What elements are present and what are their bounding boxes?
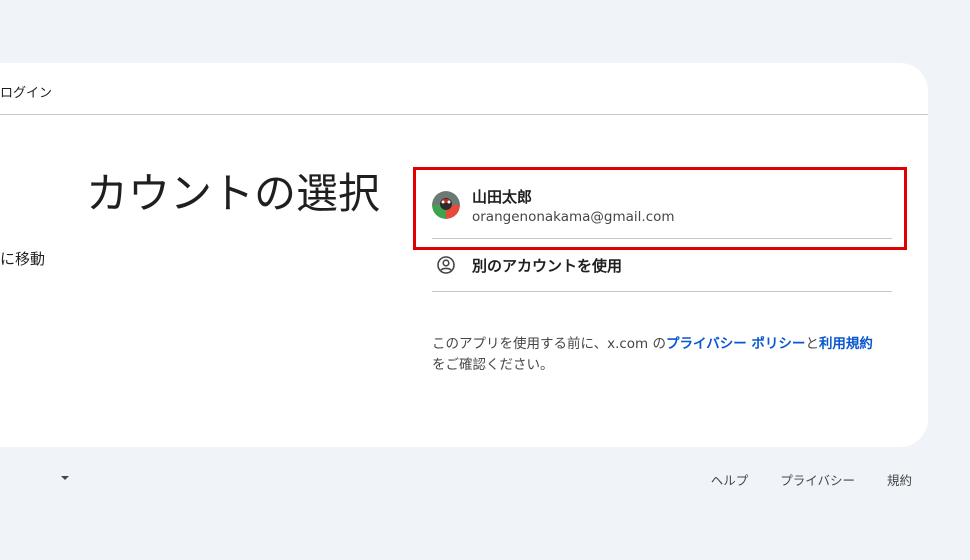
footer-links: ヘルプ プライバシー 規約: [695, 470, 912, 489]
disclaimer-middle: と: [805, 336, 819, 352]
language-dropdown-caret-icon[interactable]: [61, 476, 69, 480]
page-title: カウントの選択: [85, 169, 380, 218]
page: ログイン カウントの選択 に移動 山田太郎 orangenonakama@gma…: [0, 0, 970, 560]
disclaimer-text: このアプリを使用する前に、x.com のプライバシー ポリシーと利用規約をご確認…: [432, 334, 902, 376]
header-title: ログイン: [0, 86, 53, 101]
account-circle-icon: [436, 255, 456, 275]
account-list: 山田太郎 orangenonakama@gmail.com 別のアカウントを使用: [432, 172, 892, 292]
terms-link[interactable]: 利用規約: [819, 336, 873, 352]
use-another-account-button[interactable]: 別のアカウントを使用: [432, 239, 892, 292]
account-email: orangenonakama@gmail.com: [472, 209, 675, 225]
disclaimer-suffix: をご確認ください。: [432, 357, 554, 373]
disclaimer-prefix: このアプリを使用する前に、x.com の: [432, 336, 666, 352]
privacy-policy-link[interactable]: プライバシー ポリシー: [666, 336, 805, 352]
user-avatar-icon: [432, 191, 460, 219]
footer-help-link[interactable]: ヘルプ: [695, 470, 765, 489]
footer-privacy-link[interactable]: プライバシー: [764, 470, 871, 489]
use-another-account-label: 別のアカウントを使用: [472, 257, 623, 275]
account-item[interactable]: 山田太郎 orangenonakama@gmail.com: [432, 172, 892, 239]
footer-terms-link[interactable]: 規約: [871, 470, 912, 489]
account-name: 山田太郎: [472, 188, 533, 206]
continue-to-text: に移動: [0, 250, 46, 268]
card-header: ログイン: [0, 63, 928, 115]
